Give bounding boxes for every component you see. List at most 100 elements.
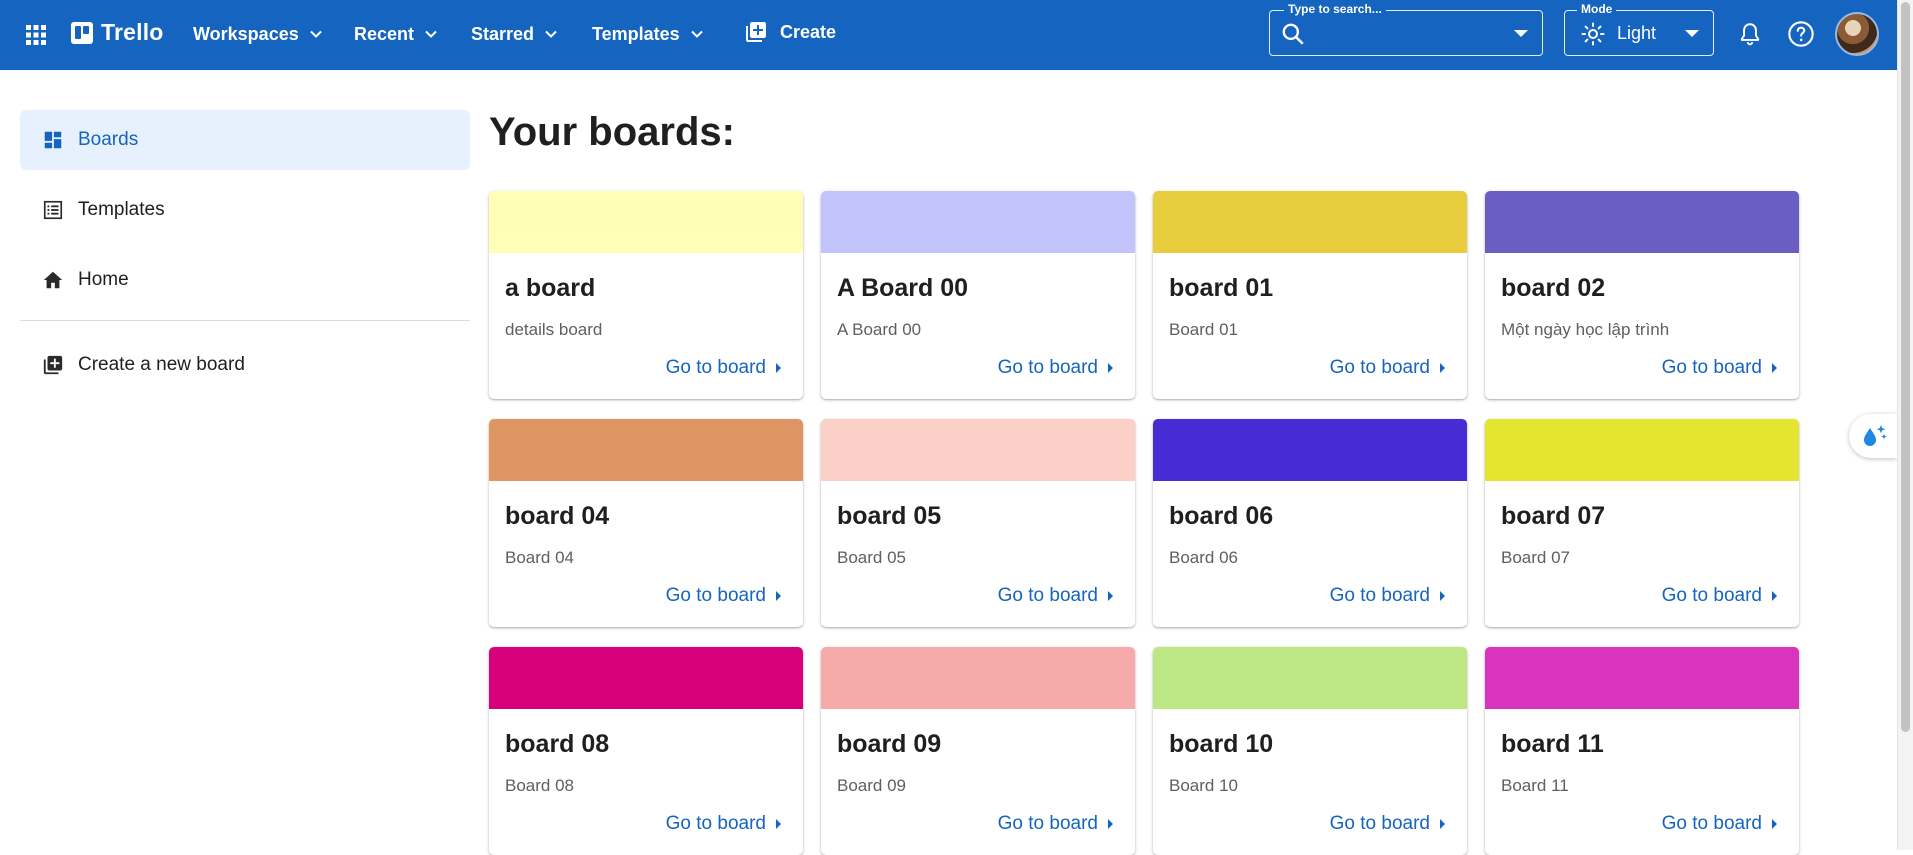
go-to-board-link[interactable]: Go to board	[1330, 813, 1445, 835]
arrow-right-icon	[776, 819, 781, 829]
sidebar-item-label: Home	[78, 269, 129, 290]
go-to-board-link[interactable]: Go to board	[1330, 357, 1445, 379]
board-cover	[821, 191, 1135, 253]
go-to-board-label: Go to board	[665, 357, 766, 378]
board-cover	[489, 647, 803, 709]
library-add-icon	[43, 355, 63, 375]
sun-icon	[1581, 22, 1605, 46]
dropdown-arrow-icon[interactable]	[1514, 30, 1528, 37]
chevron-down-icon	[425, 30, 437, 38]
arrow-right-icon	[1108, 363, 1113, 373]
sidebar-item-label: Create a new board	[78, 354, 245, 375]
search-field[interactable]: Type to search...	[1269, 2, 1543, 56]
board-title: board 06	[1169, 502, 1274, 530]
go-to-board-link[interactable]: Go to board	[666, 357, 781, 379]
sidebar: Boards Templates Home Create a new board	[20, 110, 470, 405]
arrow-right-icon	[1440, 819, 1445, 829]
scrollbar-thumb[interactable]	[1901, 2, 1910, 732]
board-card[interactable]: board 01 Board 01 Go to board	[1153, 191, 1467, 399]
sidebar-create-board[interactable]: Create a new board	[20, 335, 470, 395]
nav-label: Starred	[471, 23, 535, 44]
mode-value: Light	[1617, 23, 1657, 43]
board-card[interactable]: board 02 Một ngày học lập trình Go to boar…	[1485, 191, 1799, 399]
nav-workspaces[interactable]: Workspaces	[193, 20, 323, 48]
water-drop-sparkle-icon	[1864, 425, 1887, 446]
board-cover	[1153, 191, 1467, 253]
board-card[interactable]: A Board 00 A Board 00 Go to board	[821, 191, 1135, 399]
floating-assistant-button[interactable]	[1849, 414, 1897, 458]
go-to-board-label: Go to board	[1661, 357, 1762, 378]
arrow-right-icon	[1772, 819, 1777, 829]
go-to-board-link[interactable]: Go to board	[1662, 585, 1777, 607]
trello-logo[interactable]: Trello	[71, 19, 164, 46]
notifications-bell-icon[interactable]	[1737, 21, 1763, 47]
chevron-down-icon	[690, 30, 703, 38]
board-card[interactable]: board 09 Board 09 Go to board	[821, 647, 1135, 855]
board-card[interactable]: board 07 Board 07 Go to board	[1485, 419, 1799, 627]
go-to-board-label: Go to board	[997, 813, 1098, 834]
search-icon	[1282, 23, 1304, 45]
board-title: board 01	[1169, 274, 1274, 302]
board-description: Board 08	[505, 776, 574, 795]
boards-grid: a board details board Go to board A Board 0…	[489, 191, 1799, 855]
trello-logo-icon	[71, 21, 93, 44]
sidebar-item-home[interactable]: Home	[20, 250, 470, 310]
create-label: Create	[780, 21, 837, 42]
go-to-board-link[interactable]: Go to board	[998, 813, 1113, 835]
search-input[interactable]	[1314, 19, 1494, 47]
home-icon	[43, 271, 63, 289]
arrow-right-icon	[776, 363, 781, 373]
help-circle-icon[interactable]	[1787, 20, 1815, 48]
top-app-bar: Trello Workspaces Recent Starred Templat…	[0, 0, 1897, 70]
sidebar-item-label: Templates	[78, 199, 165, 220]
board-card[interactable]: board 05 Board 05 Go to board	[821, 419, 1135, 627]
sidebar-item-boards[interactable]: Boards	[20, 110, 470, 170]
page-title: Your boards:	[489, 110, 735, 154]
sidebar-divider	[20, 320, 470, 321]
go-to-board-label: Go to board	[1329, 585, 1430, 606]
board-description: Board 04	[505, 548, 574, 567]
arrow-right-icon	[1440, 591, 1445, 601]
board-title: board 08	[505, 730, 610, 758]
create-button[interactable]: Create	[744, 20, 836, 44]
board-description: Board 09	[837, 776, 906, 795]
go-to-board-link[interactable]: Go to board	[1330, 585, 1445, 607]
go-to-board-link[interactable]: Go to board	[666, 585, 781, 607]
go-to-board-link[interactable]: Go to board	[998, 585, 1113, 607]
board-description: Board 05	[837, 548, 906, 567]
board-title: board 09	[837, 730, 942, 758]
apps-grid-icon[interactable]	[24, 23, 48, 47]
board-title: board 11	[1501, 730, 1604, 758]
go-to-board-link[interactable]: Go to board	[666, 813, 781, 835]
go-to-board-label: Go to board	[997, 357, 1098, 378]
board-card[interactable]: board 08 Board 08 Go to board	[489, 647, 803, 855]
nav-starred[interactable]: Starred	[471, 20, 558, 48]
chevron-down-icon	[545, 30, 557, 38]
board-card[interactable]: board 10 Board 10 Go to board	[1153, 647, 1467, 855]
board-cover	[1485, 647, 1799, 709]
board-title: board 05	[837, 502, 942, 530]
arrow-right-icon	[1772, 363, 1777, 373]
board-cover	[1153, 647, 1467, 709]
mode-select[interactable]: Mode Light	[1564, 2, 1714, 56]
board-title: board 10	[1169, 730, 1274, 758]
board-cover	[1485, 191, 1799, 253]
go-to-board-label: Go to board	[665, 813, 766, 834]
board-card[interactable]: board 06 Board 06 Go to board	[1153, 419, 1467, 627]
board-cover	[1153, 419, 1467, 481]
board-card[interactable]: board 11 Board 11 Go to board	[1485, 647, 1799, 855]
arrow-right-icon	[1772, 591, 1777, 601]
go-to-board-link[interactable]: Go to board	[1662, 813, 1777, 835]
nav-templates[interactable]: Templates	[592, 20, 704, 48]
board-card[interactable]: board 04 Board 04 Go to board	[489, 419, 803, 627]
nav-recent[interactable]: Recent	[354, 20, 438, 48]
go-to-board-link[interactable]: Go to board	[998, 357, 1113, 379]
board-description: Board 01	[1169, 320, 1238, 339]
sidebar-item-templates[interactable]: Templates	[20, 180, 470, 240]
board-card[interactable]: a board details board Go to board	[489, 191, 803, 399]
go-to-board-link[interactable]: Go to board	[1662, 357, 1777, 379]
go-to-board-label: Go to board	[1661, 813, 1762, 834]
user-avatar[interactable]	[1835, 12, 1879, 56]
board-title: board 07	[1501, 502, 1606, 530]
vertical-scrollbar[interactable]	[1897, 0, 1913, 850]
